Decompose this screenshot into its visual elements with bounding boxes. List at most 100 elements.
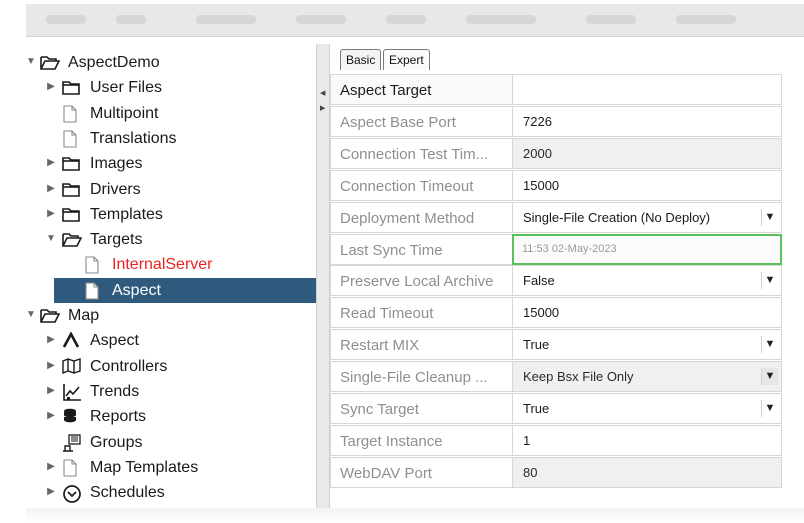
tree-item-label: Images xyxy=(90,155,143,173)
collapse-left-icon[interactable]: ◀ xyxy=(320,89,325,97)
aspect-logo-icon xyxy=(62,331,80,348)
tab-expert[interactable]: Expert xyxy=(383,49,430,70)
tab-basic[interactable]: Basic xyxy=(340,49,382,70)
file-icon xyxy=(62,459,80,477)
property-value-field: 2000 xyxy=(512,137,782,169)
dropdown-arrow-icon[interactable]: ▼ xyxy=(761,400,778,417)
property-name: Aspect Base Port xyxy=(330,105,512,137)
tree-item[interactable]: Translations xyxy=(26,126,316,151)
file-icon xyxy=(62,130,80,148)
property-value-dropdown[interactable]: Keep Bsx File Only ▼ xyxy=(512,361,782,393)
application-window: ▼ AspectDemo ▶ User Files Multipoint Translat… xyxy=(0,0,804,523)
tree-item-label: Multipoint xyxy=(90,104,159,122)
tree-item[interactable]: ▶ Templates xyxy=(26,202,316,227)
property-name: Target Instance xyxy=(330,424,512,456)
property-value-field[interactable]: 15000 xyxy=(512,297,782,329)
expand-arrow-icon[interactable]: ▼ xyxy=(46,233,56,244)
property-value-text: 11:53 02-May-2023 xyxy=(522,242,617,255)
property-row: Deployment Method Single-File Creation (N… xyxy=(330,201,782,234)
tree-item-label: Trends xyxy=(90,382,140,400)
tree-item[interactable]: ▶ Schedules xyxy=(26,480,316,505)
tree-item[interactable]: ▶ Images xyxy=(26,151,316,176)
folder-icon xyxy=(62,79,80,96)
property-header-row: Aspect Target xyxy=(330,74,782,106)
trend-chart-icon xyxy=(62,383,81,401)
collapse-arrow-icon[interactable]: ▶ xyxy=(46,183,56,194)
collapse-arrow-icon[interactable]: ▶ xyxy=(46,157,56,168)
project-tree[interactable]: ▼ AspectDemo ▶ User Files Multipoint Translat… xyxy=(26,44,316,508)
map-icon xyxy=(62,357,81,374)
tree-item-label: Targets xyxy=(90,231,143,249)
property-name: Read Timeout xyxy=(330,297,512,329)
tree-item-label: User Files xyxy=(90,79,163,97)
collapse-arrow-icon[interactable]: ▶ xyxy=(46,334,56,345)
expand-arrow-icon[interactable]: ▼ xyxy=(26,309,36,320)
collapse-arrow-icon[interactable]: ▶ xyxy=(46,410,56,421)
collapse-arrow-icon[interactable]: ▶ xyxy=(46,208,56,219)
dropdown-arrow-icon[interactable]: ▼ xyxy=(761,272,778,290)
panel-splitter[interactable]: ◀ ▶ xyxy=(316,44,330,508)
tree-item[interactable]: Aspect xyxy=(54,277,316,303)
tree-item[interactable]: ▶ User Files xyxy=(26,75,316,100)
property-value-field[interactable]: 1 xyxy=(512,424,782,456)
dropdown-arrow-icon[interactable]: ▼ xyxy=(761,336,778,354)
database-icon xyxy=(62,408,80,424)
property-value-text: True xyxy=(523,401,550,416)
property-value-text: 2000 xyxy=(523,145,552,161)
collapse-arrow-icon[interactable]: ▶ xyxy=(46,385,56,396)
folder-open-icon xyxy=(40,54,61,70)
tree-item[interactable]: ▼ Map xyxy=(26,303,316,328)
collapse-arrow-icon[interactable]: ▶ xyxy=(46,360,56,371)
window-bottom-edge xyxy=(26,508,804,523)
property-value-dropdown[interactable]: False ▼ xyxy=(512,265,782,297)
property-value-dropdown[interactable]: Single-File Creation (No Deploy) ▼ xyxy=(512,201,782,233)
folder-open-icon xyxy=(40,307,61,323)
tree-item[interactable]: ▶ Map Templates xyxy=(26,455,316,480)
property-value-field: 80 xyxy=(512,456,782,488)
property-name: Connection Timeout xyxy=(330,169,512,201)
property-value-dropdown[interactable]: True ▼ xyxy=(512,393,782,424)
property-value-dropdown[interactable]: True ▼ xyxy=(512,329,782,361)
folder-open-icon xyxy=(62,231,83,247)
property-name: Last Sync Time xyxy=(330,233,512,265)
tree-item[interactable]: InternalServer xyxy=(26,252,316,277)
tree-item[interactable]: Groups xyxy=(26,430,316,455)
tree-item-label: Translations xyxy=(90,129,177,147)
tree-item[interactable]: ▼ Targets xyxy=(26,227,316,252)
dropdown-arrow-icon[interactable]: ▼ xyxy=(761,208,778,226)
collapse-arrow-icon[interactable]: ▶ xyxy=(46,461,56,472)
expand-arrow-icon[interactable]: ▼ xyxy=(26,56,36,67)
property-value-text: Keep Bsx File Only xyxy=(523,369,634,385)
tree-item-label: Aspect xyxy=(90,332,139,350)
tree-item[interactable]: ▼ AspectDemo xyxy=(26,50,316,75)
tree-item-label: InternalServer xyxy=(112,256,213,274)
property-value-field[interactable]: 15000 xyxy=(512,169,782,201)
property-value-text: 1 xyxy=(523,432,531,448)
property-value-text: 15000 xyxy=(523,177,560,193)
folder-icon xyxy=(62,155,80,171)
collapse-right-icon[interactable]: ▶ xyxy=(320,104,325,112)
tree-item[interactable]: ▶ Controllers xyxy=(26,354,316,379)
tree-item[interactable]: ▶ Aspect xyxy=(26,328,316,353)
tree-item-label: Templates xyxy=(90,205,163,223)
property-row: Preserve Local Archive False ▼ xyxy=(330,265,782,297)
property-value-field[interactable]: 7226 xyxy=(512,105,782,137)
collapse-arrow-icon[interactable]: ▶ xyxy=(46,81,56,92)
tree-item-label: Aspect xyxy=(112,281,161,299)
property-name: Preserve Local Archive xyxy=(330,265,512,297)
file-icon xyxy=(62,105,80,123)
tree-item[interactable]: ▶ Trends xyxy=(26,379,316,404)
tree-item[interactable]: ▶ Reports xyxy=(26,404,316,429)
property-row: Target Instance 1 xyxy=(330,424,782,457)
tree-item[interactable]: Multipoint xyxy=(26,101,316,126)
property-value-text: 15000 xyxy=(523,305,560,321)
property-value-text: True xyxy=(523,337,550,353)
dropdown-arrow-icon[interactable]: ▼ xyxy=(761,368,778,386)
property-name: Sync Target xyxy=(330,393,512,424)
tree-item-label: Groups xyxy=(90,433,143,451)
property-row: WebDAV Port 80 xyxy=(330,456,782,489)
tree-item[interactable]: ▶ Drivers xyxy=(26,177,316,202)
file-icon xyxy=(84,256,102,274)
collapse-arrow-icon[interactable]: ▶ xyxy=(46,486,56,497)
last-sync-time-field: 11:53 02-May-2023 xyxy=(512,233,782,265)
